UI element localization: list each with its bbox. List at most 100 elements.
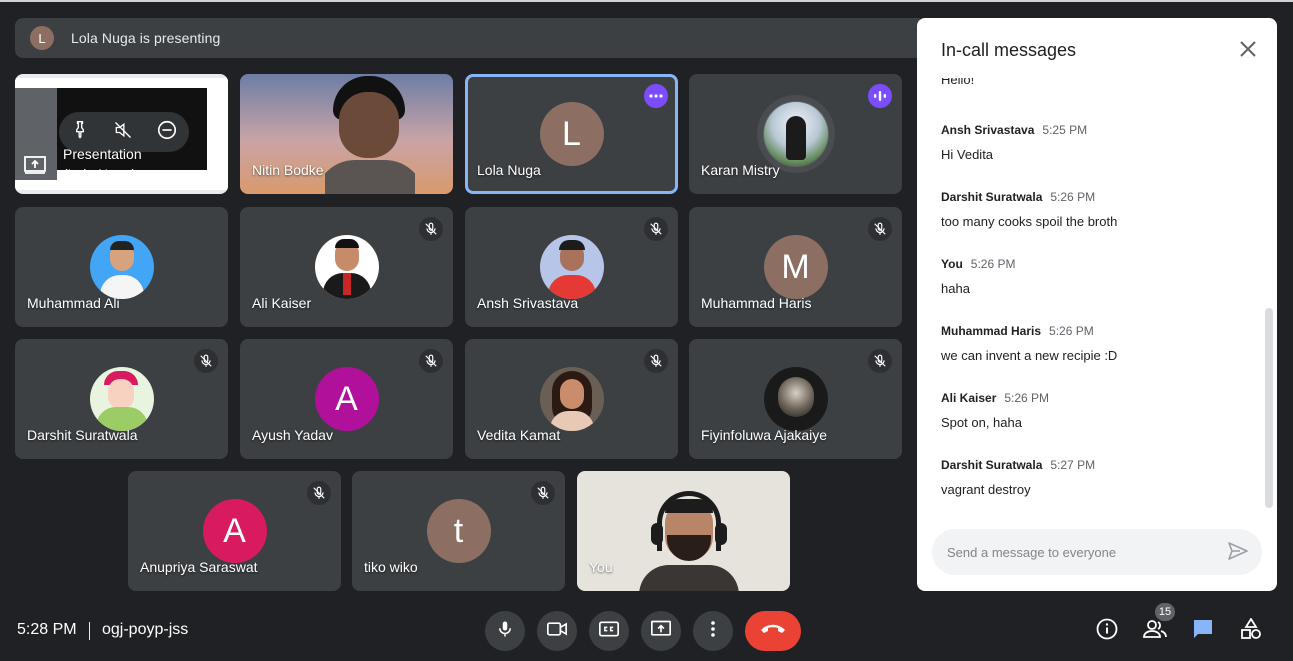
- participant-tile-ansh[interactable]: Ansh Srivastava: [465, 207, 678, 327]
- mic-off-icon: [644, 217, 668, 241]
- mic-off-icon: [644, 349, 668, 373]
- message-composer: [932, 529, 1262, 575]
- present-now-button[interactable]: [641, 611, 681, 651]
- chat-message: You 5:26 PM haha: [941, 255, 1015, 296]
- participant-tile-darshit[interactable]: Darshit Suratwala: [15, 339, 228, 459]
- pin-icon[interactable]: [70, 120, 90, 145]
- meeting-details-button[interactable]: [1094, 618, 1120, 644]
- meeting-code: ogj-poyp-jss: [102, 621, 189, 638]
- participant-tile-ayush[interactable]: A Ayush Yadav: [240, 339, 453, 459]
- remove-icon[interactable]: [156, 119, 178, 146]
- camera-icon: [547, 621, 567, 642]
- message-sender: Ali Kaiser: [941, 391, 997, 405]
- send-icon[interactable]: [1228, 542, 1248, 565]
- message-text: we can invent a new recipie :D: [941, 348, 1118, 363]
- microphone-button[interactable]: [485, 611, 525, 651]
- mic-off-icon: [419, 217, 443, 241]
- participant-tile-fiyin[interactable]: Fiyinfoluwa Ajakaiye: [689, 339, 902, 459]
- close-icon[interactable]: [1239, 40, 1257, 63]
- activities-button[interactable]: [1238, 616, 1264, 645]
- message-sender: Ansh Srivastava: [941, 123, 1035, 137]
- participant-tile-nitin[interactable]: Nitin Bodke: [240, 74, 453, 194]
- message-text: too many cooks spoil the broth: [941, 214, 1118, 229]
- captions-icon: [599, 621, 619, 642]
- participant-name: Ansh Srivastava: [477, 295, 579, 311]
- chat-message: Ali Kaiser 5:26 PM Spot on, haha: [941, 389, 1049, 430]
- avatar: M: [763, 235, 828, 299]
- participant-name: Ayush Yadav: [252, 427, 333, 443]
- participant-name: Muhammad Ali: [27, 295, 120, 311]
- current-time: 5:28 PM: [17, 621, 77, 638]
- chat-title: In-call messages: [941, 40, 1077, 60]
- message-time: 5:27 PM: [1050, 458, 1096, 472]
- chat-message-list[interactable]: Hello! Ansh Srivastava 5:25 PM Hi Vedita …: [941, 78, 1261, 528]
- chat-message-partial: Hello!: [941, 78, 975, 87]
- participant-name: Ali Kaiser: [252, 295, 312, 311]
- mic-off-icon: [419, 349, 443, 373]
- chat-scrollbar[interactable]: [1265, 308, 1273, 508]
- mic-icon: [496, 619, 514, 644]
- chat-panel: In-call messages Hello! Ansh Srivastava 5…: [917, 18, 1277, 591]
- avatar: t: [426, 499, 491, 563]
- mic-off-icon: [868, 217, 892, 241]
- more-options-button[interactable]: [693, 611, 733, 651]
- avatar: [539, 367, 604, 431]
- chat-message: Ansh Srivastava 5:25 PM Hi Vedita: [941, 121, 1087, 162]
- captions-button[interactable]: [589, 611, 629, 651]
- participant-name: tiko wiko: [364, 559, 418, 575]
- presentation-tile[interactable]: Presentation (Lola Nuga): [15, 74, 228, 194]
- presentation-label: Presentation (Lola Nuga): [63, 146, 142, 182]
- message-sender: Darshit Suratwala: [941, 458, 1043, 472]
- participant-tile-you[interactable]: You: [577, 471, 790, 591]
- chat-button[interactable]: [1190, 618, 1216, 644]
- participant-tile-anupriya[interactable]: A Anupriya Saraswat: [128, 471, 341, 591]
- avatar: A: [314, 367, 379, 431]
- message-sender: Muhammad Haris: [941, 324, 1042, 338]
- camera-button[interactable]: [537, 611, 577, 651]
- message-text: haha: [941, 281, 970, 296]
- mic-off-icon: [868, 349, 892, 373]
- participant-tile-muhammad-ali[interactable]: Muhammad Ali: [15, 207, 228, 327]
- presenter-avatar: L: [30, 26, 54, 50]
- mic-off-icon: [307, 481, 331, 505]
- avatar: [763, 367, 828, 431]
- presenting-banner: L Lola Nuga is presenting: [15, 18, 920, 58]
- message-time: 5:26 PM: [1004, 391, 1050, 405]
- message-text: vagrant destroy: [941, 482, 1031, 497]
- message-text: Spot on, haha: [941, 415, 1022, 430]
- chat-message: Muhammad Haris 5:26 PM we can invent a ne…: [941, 322, 1117, 363]
- participant-name: Karan Mistry: [701, 162, 780, 178]
- participant-tile-muhammad-haris[interactable]: M Muhammad Haris: [689, 207, 902, 327]
- people-button[interactable]: [1142, 618, 1168, 644]
- message-sender: Darshit Suratwala: [941, 190, 1043, 204]
- chat-message: Darshit Suratwala 5:26 PM too many cooks …: [941, 188, 1117, 229]
- video-feed-you: [639, 485, 739, 591]
- presenting-text: Lola Nuga is presenting: [71, 30, 221, 46]
- participant-tile-tiko[interactable]: t tiko wiko: [352, 471, 565, 591]
- participant-count-badge: 15: [1155, 603, 1175, 621]
- participant-tile-lola[interactable]: L Lola Nuga: [465, 74, 678, 194]
- participant-tile-vedita[interactable]: Vedita Kamat: [465, 339, 678, 459]
- activities-icon: [1240, 616, 1262, 645]
- participant-name: Lola Nuga: [477, 162, 541, 178]
- info-icon: [1096, 618, 1118, 645]
- chat-icon: [1192, 618, 1214, 645]
- hangup-icon: [760, 622, 786, 640]
- present-icon: [23, 154, 47, 181]
- more-icon[interactable]: [644, 84, 668, 108]
- participant-name: Nitin Bodke: [252, 162, 324, 178]
- more-options-icon: [711, 620, 715, 642]
- participant-name: You: [589, 559, 613, 575]
- divider: [89, 622, 90, 640]
- leave-call-button[interactable]: [745, 611, 801, 651]
- participant-name: Fiyinfoluwa Ajakaiye: [701, 427, 828, 443]
- avatar: [89, 235, 154, 299]
- participant-tile-ali-kaiser[interactable]: Ali Kaiser: [240, 207, 453, 327]
- message-time: 5:26 PM: [970, 257, 1016, 271]
- participant-name: Darshit Suratwala: [27, 427, 138, 443]
- mic-off-icon: [194, 349, 218, 373]
- participant-tile-karan[interactable]: Karan Mistry: [689, 74, 902, 194]
- mute-icon[interactable]: [113, 120, 133, 145]
- present-now-icon: [651, 620, 671, 643]
- message-input[interactable]: [947, 544, 1217, 560]
